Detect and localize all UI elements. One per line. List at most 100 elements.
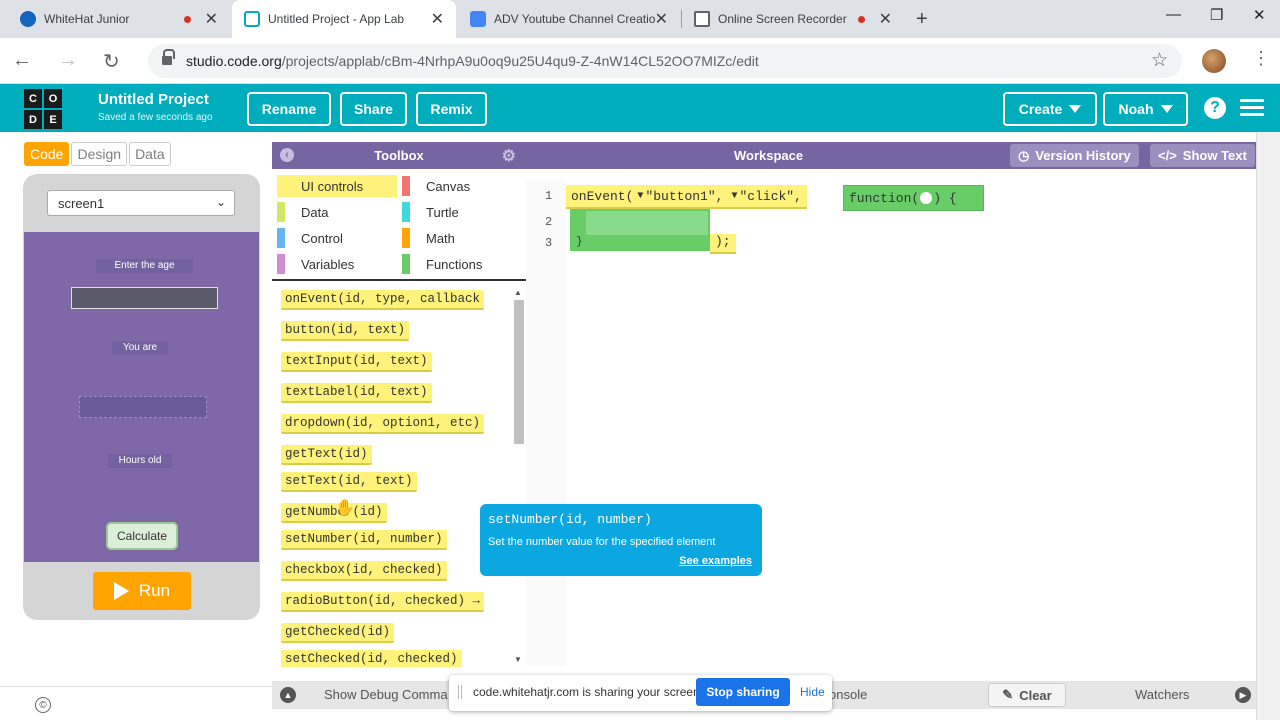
recording-dot-icon xyxy=(183,15,191,23)
hamburger-menu-icon[interactable] xyxy=(1240,99,1264,117)
see-examples-link[interactable]: See examples xyxy=(679,555,752,567)
category-swatch xyxy=(402,176,410,196)
show-debug-commands[interactable]: Show Debug Comma xyxy=(324,687,448,702)
calculate-button[interactable]: Calculate xyxy=(106,522,178,550)
category-label: Turtle xyxy=(426,204,459,220)
gear-icon[interactable]: ⚙ xyxy=(502,146,516,166)
page-scrollbar[interactable] xyxy=(1256,132,1280,720)
code-org-logo[interactable]: C O D E xyxy=(24,89,64,129)
close-tab-icon[interactable]: ✕ xyxy=(655,9,668,29)
block-setchecked[interactable]: setChecked(id, checked) xyxy=(281,650,462,667)
event-type-arg[interactable]: "click" xyxy=(739,189,794,204)
browser-tab-docs[interactable]: ADV Youtube Channel Creatio ✕ xyxy=(458,0,680,38)
category-label: UI controls xyxy=(301,178,364,194)
browser-tab-whitehat[interactable]: WhiteHat Junior ✕ xyxy=(8,0,230,38)
close-tab-icon[interactable]: ✕ xyxy=(431,9,444,29)
block-settext[interactable]: setText(id, text) xyxy=(281,472,417,492)
block-radiobutton[interactable]: radioButton(id, checked) → xyxy=(281,592,485,612)
profile-avatar[interactable] xyxy=(1202,49,1226,73)
block-tooltip: setNumber(id, number) Set the number val… xyxy=(480,504,762,576)
category-label: Variables xyxy=(301,256,355,272)
eraser-icon: ✎ xyxy=(1002,687,1014,702)
dropdown-arrow-icon[interactable]: ▼ xyxy=(731,191,737,202)
block-dropdown[interactable]: dropdown(id, option1, etc) xyxy=(281,414,485,434)
block-setnumber[interactable]: setNumber(id, number) xyxy=(281,530,447,550)
tab-design[interactable]: Design xyxy=(71,142,128,166)
stop-sharing-button[interactable]: Stop sharing xyxy=(696,678,790,706)
collapse-toolbox-icon[interactable]: ‹ xyxy=(280,148,294,162)
block-button[interactable]: button(id, text) xyxy=(281,321,410,341)
user-menu-button[interactable]: Noah xyxy=(1103,92,1188,126)
onevent-closing: ); xyxy=(710,234,736,254)
block-gettext[interactable]: getText(id) xyxy=(281,445,372,465)
logo-letter: O xyxy=(44,89,62,108)
parameter-slot[interactable] xyxy=(920,192,933,204)
expand-debug-icon[interactable]: ▲ xyxy=(280,687,296,703)
copyright-icon[interactable]: © xyxy=(35,697,51,713)
rename-button[interactable]: Rename xyxy=(247,92,331,126)
watchers-toggle-icon[interactable]: ▶ xyxy=(1235,687,1251,703)
reload-icon[interactable]: ↻ xyxy=(103,49,120,74)
event-id-arg[interactable]: "button1" xyxy=(645,189,715,204)
address-bar-row: ← → ↻ studio.code.org/projects/applab/cB… xyxy=(0,38,1280,84)
run-button[interactable]: Run xyxy=(93,572,191,610)
category-variables[interactable]: Variables xyxy=(277,253,354,275)
browser-tab-applab[interactable]: Untitled Project - App Lab ✕ xyxy=(232,0,456,38)
category-data[interactable]: Data xyxy=(277,201,328,223)
category-math[interactable]: Math xyxy=(402,227,455,249)
screen-share-notice: code.whitehatjr.com is sharing your scre… xyxy=(449,675,832,711)
category-swatch xyxy=(402,228,410,248)
tab-code[interactable]: Code xyxy=(24,142,70,166)
dropdown-arrow-icon[interactable]: ▼ xyxy=(637,191,643,202)
watchers-label: Watchers xyxy=(1135,687,1190,702)
show-text-button[interactable]: </> Show Text xyxy=(1150,144,1255,167)
tab-data[interactable]: Data xyxy=(129,142,171,166)
url-text[interactable]: studio.code.org/projects/applab/cBm-4Nrh… xyxy=(186,53,759,69)
lock-icon xyxy=(162,49,175,66)
drag-handle-icon[interactable] xyxy=(458,685,462,699)
function-code-block[interactable]: function( ) { xyxy=(843,185,984,211)
clear-button[interactable]: ✎ Clear xyxy=(988,683,1066,707)
close-tab-icon[interactable]: ✕ xyxy=(879,9,892,29)
line-number: 3 xyxy=(545,236,553,250)
block-checkbox[interactable]: checkbox(id, checked) xyxy=(281,561,447,581)
share-button[interactable]: Share xyxy=(340,92,407,126)
scroll-down-icon[interactable]: ▼ xyxy=(514,655,522,664)
create-menu-button[interactable]: Create xyxy=(1003,92,1097,126)
block-getnumber[interactable]: getNumber(id) xyxy=(281,503,387,523)
hide-button[interactable]: Hide xyxy=(800,685,825,699)
url-host: studio.code.org xyxy=(186,53,282,69)
toolbox-scrollbar[interactable] xyxy=(514,300,524,444)
minimize-icon[interactable]: — xyxy=(1166,6,1181,23)
browser-menu-icon[interactable]: ⋮ xyxy=(1252,48,1270,69)
omnibox[interactable]: studio.code.org/projects/applab/cBm-4Nrh… xyxy=(148,44,1182,78)
close-tab-icon[interactable]: ✕ xyxy=(205,9,218,29)
block-textlabel[interactable]: textLabel(id, text) xyxy=(281,383,432,403)
category-canvas[interactable]: Canvas xyxy=(402,175,470,197)
empty-statement-slot[interactable] xyxy=(586,211,708,235)
browser-tab-recorder[interactable]: Online Screen Recorder ✕ xyxy=(682,0,904,38)
forward-icon[interactable]: → xyxy=(58,49,78,72)
version-history-button[interactable]: ◷ Version History xyxy=(1010,144,1139,167)
help-icon[interactable]: ? xyxy=(1204,97,1226,119)
window-close-icon[interactable]: ✕ xyxy=(1253,6,1266,24)
block-textinput[interactable]: textInput(id, text) xyxy=(281,352,432,372)
category-functions[interactable]: Functions xyxy=(402,253,482,275)
screen-selector[interactable]: screen1 ⌄ xyxy=(47,190,235,216)
age-input[interactable] xyxy=(71,287,218,309)
scroll-up-icon[interactable]: ▲ xyxy=(514,288,522,297)
category-turtle[interactable]: Turtle xyxy=(402,201,459,223)
block-onevent[interactable]: onEvent(id, type, callback xyxy=(281,290,485,310)
restore-icon[interactable]: ❐ xyxy=(1210,6,1223,24)
remix-button[interactable]: Remix xyxy=(416,92,487,126)
category-swatch xyxy=(277,228,285,248)
project-name: Untitled Project xyxy=(98,91,209,108)
new-tab-icon[interactable]: + xyxy=(916,8,928,31)
back-icon[interactable]: ← xyxy=(12,49,32,72)
block-getchecked[interactable]: getChecked(id) xyxy=(281,623,395,643)
category-ui-controls[interactable]: UI controls xyxy=(277,175,397,197)
bookmark-star-icon[interactable]: ☆ xyxy=(1151,49,1168,72)
onevent-code-block[interactable]: onEvent( ▼ "button1" , ▼ "click" , xyxy=(566,185,807,209)
debug-console-title: onsole xyxy=(829,687,868,702)
category-control[interactable]: Control xyxy=(277,227,343,249)
